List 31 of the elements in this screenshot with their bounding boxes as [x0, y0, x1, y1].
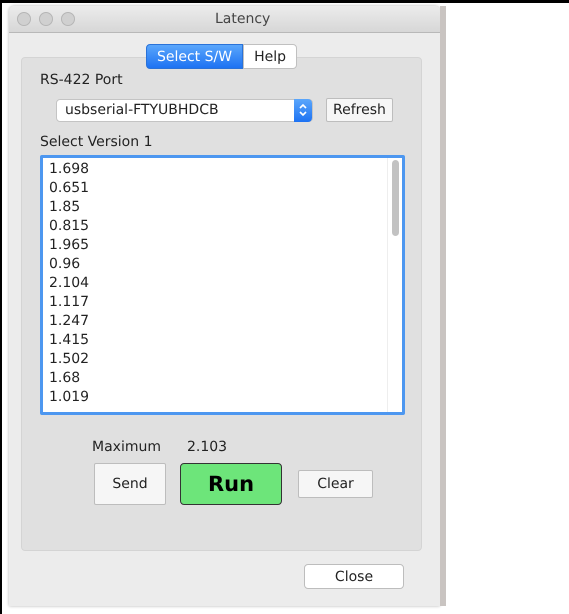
list-item[interactable]: 1.117 — [49, 293, 387, 312]
close-button[interactable]: Close — [304, 564, 404, 589]
list-item[interactable]: 1.415 — [49, 331, 387, 350]
chevron-updown-icon — [294, 98, 312, 122]
list-item[interactable]: 0.96 — [49, 255, 387, 274]
refresh-button[interactable]: Refresh — [326, 98, 393, 122]
action-button[interactable]: Send — [94, 463, 166, 505]
list-item[interactable]: 1.965 — [49, 236, 387, 255]
minimize-window-icon[interactable] — [39, 12, 53, 26]
list-item[interactable]: 1.502 — [49, 350, 387, 369]
version-list[interactable]: 1.698 0.651 1.85 0.815 1.965 0.96 2.104 1.117 1.247 1.415 1.502 1.68 1.019 — [40, 155, 405, 415]
port-dropdown[interactable]: usbserial-FTYUBHDCB — [56, 98, 313, 122]
port-label: RS-422 Port — [40, 72, 124, 88]
list-item[interactable]: 1.698 — [49, 160, 387, 179]
list-item[interactable]: 0.651 — [49, 179, 387, 198]
maximum-label: Maximum — [92, 439, 161, 455]
list-item[interactable]: 1.68 — [49, 369, 387, 388]
list-item[interactable]: 0.815 — [49, 217, 387, 236]
list-item[interactable]: 1.85 — [49, 198, 387, 217]
action-button[interactable]: Clear — [298, 470, 373, 498]
action-button[interactable]: Run — [180, 463, 282, 505]
list-item[interactable]: 2.104 — [49, 274, 387, 293]
zoom-window-icon[interactable] — [61, 12, 75, 26]
window-title: Latency — [215, 11, 270, 27]
maximum-value: 2.103 — [186, 439, 228, 455]
scrollbar-thumb[interactable] — [392, 160, 398, 236]
list-item[interactable]: 1.019 — [49, 388, 387, 407]
close-window-icon[interactable] — [17, 12, 31, 26]
version-label: Select Version 1 — [40, 134, 154, 150]
tab[interactable]: Help — [243, 44, 297, 69]
list-item[interactable]: 1.247 — [49, 312, 387, 331]
